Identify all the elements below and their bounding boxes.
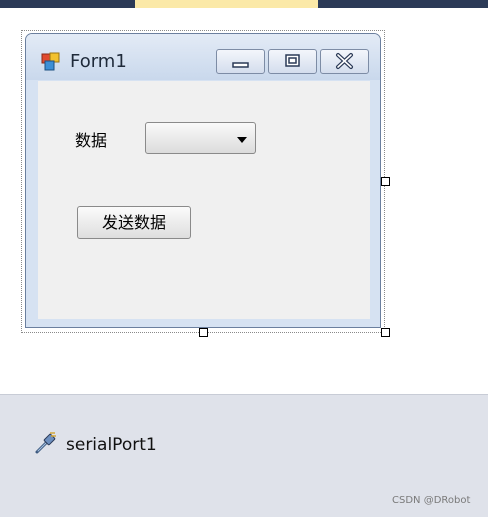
form-app-icon <box>41 52 61 72</box>
close-icon <box>336 53 353 69</box>
form-title: Form1 <box>70 51 127 72</box>
minimize-button[interactable] <box>216 49 265 74</box>
data-label: 数据 <box>75 131 108 150</box>
resize-handle-bottom-right[interactable] <box>381 328 390 337</box>
maximize-icon <box>285 54 300 67</box>
send-data-button[interactable]: 发送数据 <box>77 206 191 239</box>
serial-port-label[interactable]: serialPort1 <box>66 435 157 455</box>
form-designer-window[interactable]: Form1 数据 发送数据 <box>25 33 381 328</box>
watermark: CSDN @DRobot <box>392 495 471 506</box>
data-combobox[interactable] <box>145 122 256 154</box>
maximize-button[interactable] <box>268 49 317 74</box>
component-tray: serialPort1 CSDN @DRobot <box>0 394 488 517</box>
resize-handle-right[interactable] <box>381 177 390 186</box>
form-client-area[interactable]: 数据 发送数据 <box>38 81 370 319</box>
chevron-down-icon <box>237 137 247 143</box>
ide-active-tab-strip[interactable] <box>135 0 318 8</box>
form-titlebar[interactable]: Form1 <box>26 34 380 80</box>
serial-port-icon[interactable] <box>34 431 58 455</box>
resize-handle-bottom[interactable] <box>199 328 208 337</box>
close-button[interactable] <box>320 49 369 74</box>
minimize-icon <box>232 62 249 68</box>
